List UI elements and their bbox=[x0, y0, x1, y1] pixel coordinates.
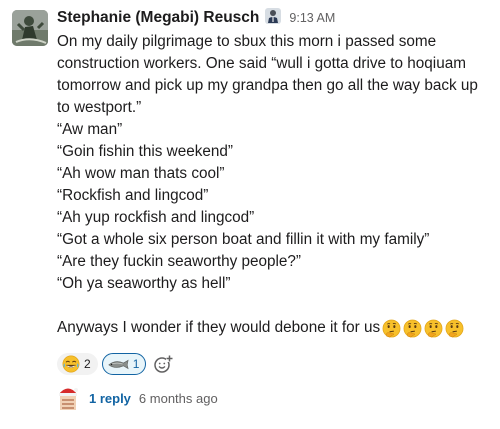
message-line: to westport.” bbox=[57, 99, 142, 116]
reaction-count: 2 bbox=[84, 357, 91, 371]
message-line: “Ah wow man thats cool” bbox=[57, 165, 225, 182]
joy-face-icon bbox=[62, 355, 80, 373]
author-avatar[interactable] bbox=[12, 10, 48, 46]
message-line: “Got a whole six person boat and fillin … bbox=[57, 231, 430, 248]
reply-count-link[interactable]: 1 reply bbox=[89, 391, 131, 406]
message-line: On my daily pilgrimage to sbux this morn… bbox=[57, 33, 437, 50]
reactions-bar: 2 1 bbox=[57, 353, 176, 375]
reaction-joy[interactable]: 2 bbox=[57, 353, 98, 375]
message: Stephanie (Megabi) Reusch 9:13 AM On my … bbox=[0, 0, 500, 429]
message-body: On my daily pilgrimage to sbux this morn… bbox=[57, 31, 497, 339]
add-emoji-icon bbox=[154, 355, 174, 373]
author-name[interactable]: Stephanie (Megabi) Reusch bbox=[57, 9, 259, 27]
message-line: “Rockfish and lingcod” bbox=[57, 187, 209, 204]
thinking-face-icon bbox=[403, 319, 422, 338]
fish-icon bbox=[107, 355, 129, 373]
message-line: “Aw man” bbox=[57, 121, 123, 138]
message-line: Anyways I wonder if they would debone it… bbox=[57, 319, 381, 336]
message-final-line: Anyways I wonder if they would debone it… bbox=[57, 317, 497, 339]
message-header: Stephanie (Megabi) Reusch 9:13 AM bbox=[57, 6, 497, 30]
message-line: “Are they fuckin seaworthy people?” bbox=[57, 253, 302, 270]
add-reaction-button[interactable] bbox=[150, 353, 176, 375]
last-reply-time: 6 months ago bbox=[138, 390, 218, 406]
thinking-face-icon bbox=[424, 319, 443, 338]
message-line: construction workers. One said “wull i g… bbox=[57, 55, 466, 72]
thread-summary[interactable]: 1 reply 6 months ago bbox=[57, 386, 218, 410]
paragraph-break bbox=[57, 295, 497, 317]
replier-avatar bbox=[57, 386, 79, 410]
message-line: “Oh ya seaworthy as hell” bbox=[57, 275, 231, 292]
reaction-count: 1 bbox=[132, 357, 140, 371]
message-line: tomorrow and pick up my grandpa then go … bbox=[57, 77, 478, 94]
thinking-face-icon bbox=[445, 319, 464, 338]
thinking-face-icon bbox=[382, 319, 401, 338]
reaction-fish[interactable]: 1 bbox=[101, 353, 147, 375]
message-timestamp[interactable]: 9:13 AM bbox=[289, 11, 335, 25]
message-line: “Ah yup rockfish and lingcod” bbox=[57, 209, 255, 226]
message-line: “Goin fishin this weekend” bbox=[57, 143, 233, 160]
person-badge-icon bbox=[265, 8, 282, 24]
message-content: Stephanie (Megabi) Reusch 9:13 AM On my … bbox=[57, 6, 497, 339]
